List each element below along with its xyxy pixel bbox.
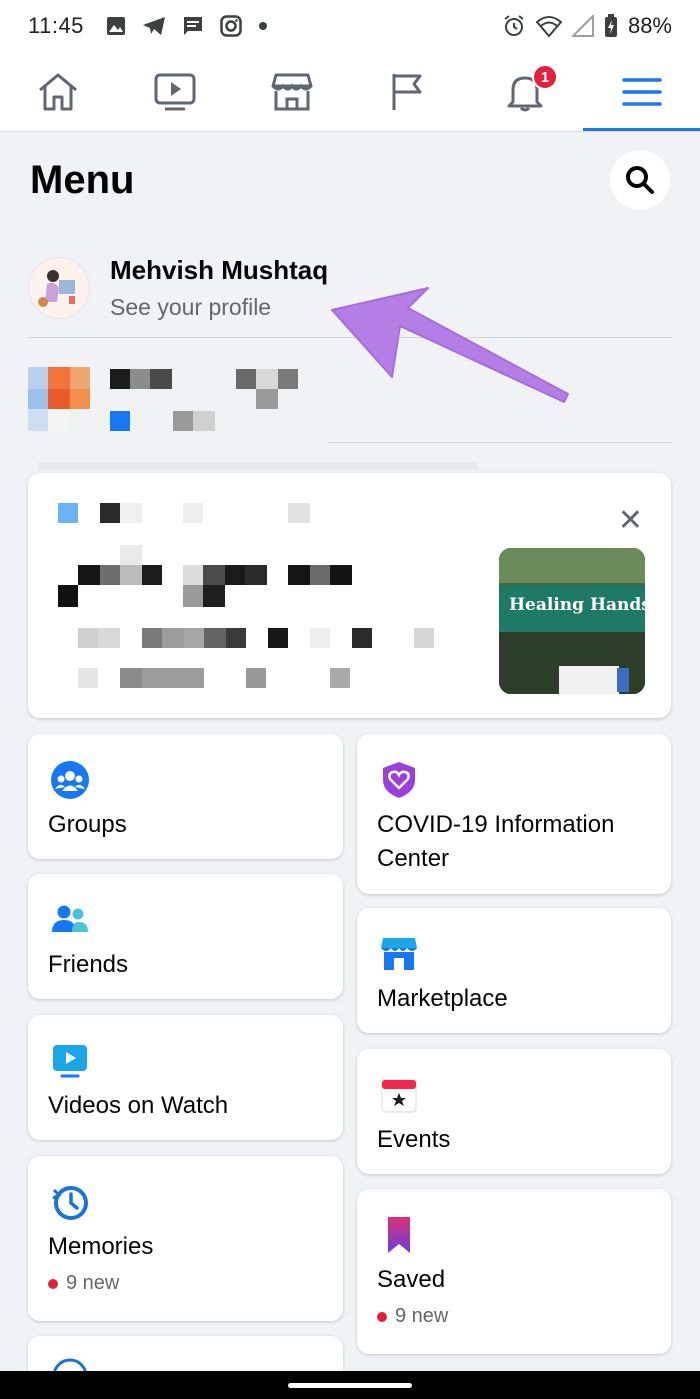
new-dot [48,1278,58,1289]
shortcut-friends[interactable]: Friends [28,874,343,999]
nav-notifications[interactable]: 1 [467,52,584,131]
friends-icon [52,905,88,932]
top-navigation: 1 [0,52,700,132]
divider [328,442,672,443]
shortcut-label: Friends [48,951,129,978]
shortcut-label: Videos on Watch [48,1092,229,1119]
system-navigation-bar [0,1371,700,1399]
search-icon [626,166,654,194]
memories-clock-icon [52,1186,88,1220]
alarm-icon [504,15,524,36]
shortcut-covid-19-information-center[interactable]: COVID-19 Information Center [357,734,671,894]
status-time: 11:45 [28,13,84,38]
shortcut-label: Events [377,1126,451,1153]
close-icon[interactable]: ✕ [618,503,643,538]
new-count: 9 new [48,1272,119,1295]
new-dot [377,1311,387,1322]
groups-icon [51,761,89,799]
watch-icon [154,73,196,110]
blurred-strip [38,462,478,470]
battery-icon [604,14,617,37]
signal-icon [571,15,594,37]
featured-card[interactable]: ✕ Healing Hands Clin [28,473,671,718]
message-icon [183,17,202,35]
wifi-icon [535,16,562,37]
events-calendar-icon [381,1079,417,1113]
menu-header: Menu [30,150,670,210]
shortcut-events[interactable]: Events [357,1049,671,1174]
shortcut-memories[interactable]: Memories 9 new [28,1156,343,1321]
shortcut-saved[interactable]: Saved 9 new [357,1189,671,1354]
telegram-icon [142,17,165,35]
shortcut-label: Saved [377,1266,446,1293]
search-button[interactable] [610,150,670,210]
marketplace-shop-icon [381,938,417,970]
nav-pages[interactable] [350,52,467,131]
shortcut-label: Marketplace [377,985,508,1012]
new-count: 9 new [377,1305,448,1328]
see-profile-link[interactable]: See your profile [110,294,328,321]
menu-hamburger-icon [621,77,662,106]
home-gesture-pill[interactable] [288,1382,412,1388]
gallery-icon [106,17,125,35]
nav-menu[interactable] [583,52,700,131]
clinic-sign-text: Healing Hands Clin [509,595,645,615]
shortcut-marketplace[interactable]: Marketplace [357,908,671,1033]
shortcut-videos-on-watch[interactable]: Videos on Watch [28,1015,343,1140]
shortcut-groups[interactable]: Groups [28,734,343,859]
profile-name: Mehvish Mushtaq [110,254,329,285]
nav-watch[interactable] [117,52,234,131]
status-bar: 11:45 88% [0,0,700,52]
home-icon [39,73,78,110]
shortcut-label: Memories [48,1233,154,1260]
dot-icon [258,22,267,30]
battery-percent: 88% [627,13,672,38]
clinic-photo-icon: Healing Hands Clin [499,548,645,694]
shortcut-label: COVID-19 Information Center [377,811,615,872]
avatar [28,256,90,319]
featured-thumbnail: Healing Hands Clin [499,548,645,694]
nav-marketplace[interactable] [233,52,350,131]
notification-badge: 1 [532,64,559,90]
instagram-icon [220,15,242,37]
nav-home[interactable] [0,52,117,131]
video-icon [53,1045,87,1078]
page-title: Menu [30,157,135,202]
shortcut-label: Groups [48,811,127,838]
covid-heart-shield-icon [383,762,415,798]
pages-shortcut-row[interactable] [28,355,672,440]
saved-bookmark-icon [388,1217,410,1253]
marketplace-icon [271,73,313,110]
avatar-illustration-icon [29,257,89,318]
pages-flag-icon [392,73,422,110]
